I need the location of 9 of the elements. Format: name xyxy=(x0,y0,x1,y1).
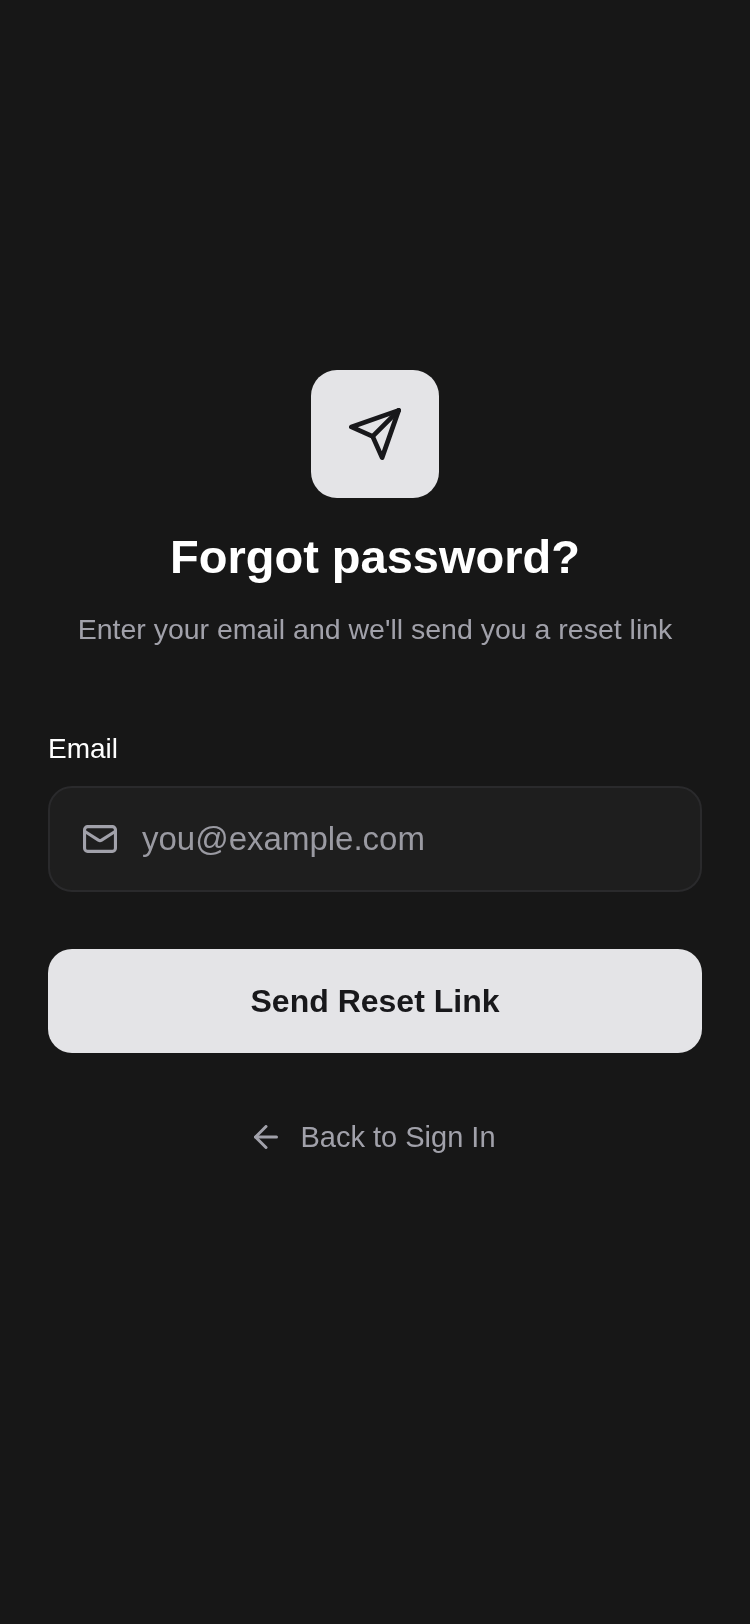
back-link[interactable]: Back to Sign In xyxy=(254,1118,496,1156)
send-reset-link-button[interactable]: Send Reset Link xyxy=(48,949,702,1053)
mail-icon xyxy=(83,825,117,853)
field-label: Email xyxy=(48,732,118,766)
send-icon xyxy=(311,370,439,498)
page-title: Forgot password? xyxy=(170,529,580,584)
email-field[interactable]: you@example.com xyxy=(48,786,702,892)
arrow-left-icon xyxy=(254,1125,279,1149)
page-subtitle: Enter your email and we'll send you a reset link xyxy=(77,612,673,647)
